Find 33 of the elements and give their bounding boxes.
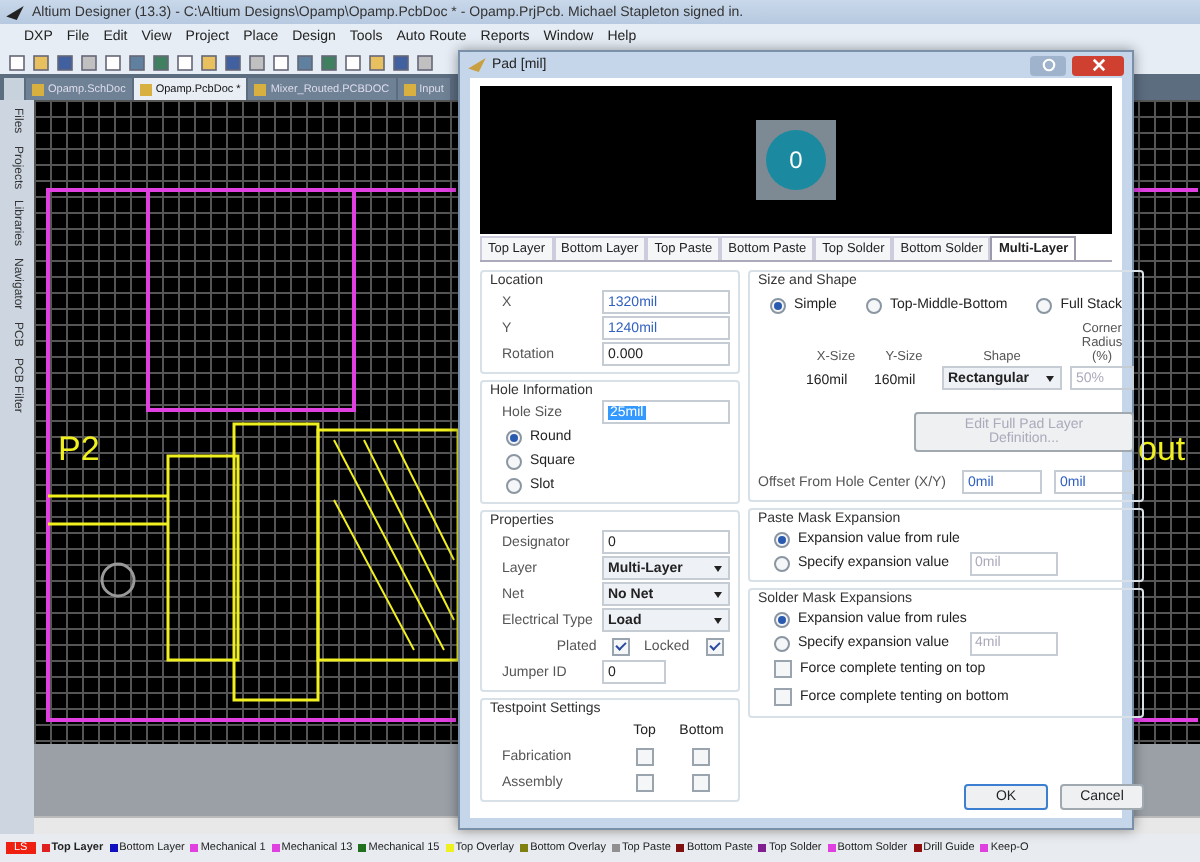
radio-button[interactable] — [506, 453, 522, 469]
help-icon — [1041, 58, 1055, 72]
document-icon — [139, 83, 152, 95]
radio-button[interactable] — [774, 555, 790, 571]
caret-icon — [714, 592, 722, 598]
checkbox[interactable] — [635, 773, 654, 791]
close-icon — [1091, 58, 1105, 72]
radio-button[interactable] — [774, 531, 790, 547]
checkbox[interactable] — [612, 637, 631, 655]
radio-button[interactable] — [774, 611, 790, 627]
checkbox[interactable] — [774, 660, 792, 678]
checkbox[interactable] — [692, 747, 711, 765]
logo-icon — [6, 5, 24, 19]
checkbox[interactable] — [692, 773, 711, 791]
help-button[interactable] — [1030, 55, 1066, 75]
designator-label: P2 — [58, 430, 100, 468]
pad-designator: 0 — [789, 146, 803, 174]
caret-icon — [714, 618, 722, 624]
radio-button[interactable] — [770, 297, 786, 313]
checkbox[interactable] — [705, 637, 724, 655]
close-button[interactable] — [1072, 55, 1124, 75]
document-icon — [403, 83, 416, 95]
radio-button[interactable] — [506, 477, 522, 493]
caret-icon — [1046, 376, 1054, 382]
caret-icon — [714, 566, 722, 572]
radio-button[interactable] — [506, 429, 522, 445]
document-icon — [32, 83, 44, 95]
radio-button[interactable] — [1036, 297, 1053, 313]
checkbox[interactable] — [635, 747, 654, 765]
document-icon — [254, 83, 267, 95]
checkbox[interactable] — [774, 688, 792, 706]
radio-button[interactable] — [865, 297, 882, 313]
radio-button[interactable] — [774, 635, 790, 651]
